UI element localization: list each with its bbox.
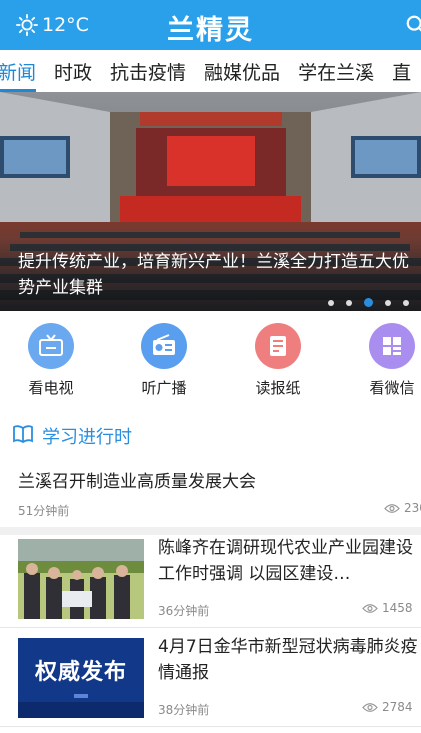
quick-link-label: 看电视 [28,379,74,397]
carousel-indicator [328,298,421,307]
carousel-dot[interactable] [346,299,352,306]
section-gap [0,527,421,535]
carousel-dot[interactable] [385,299,391,306]
wechat-grid-icon [369,323,415,369]
thumbnail-text: 权威发布 [34,660,127,685]
book-icon [13,425,33,443]
eye-icon [384,503,400,513]
tv-icon [28,323,74,369]
banner-carousel[interactable]: 提升传统产业，培育新兴产业！兰溪全力打造五大优势产业集群 [0,92,421,311]
tab-epidemic[interactable]: 抗击疫情 [110,50,186,92]
quick-link-label: 听广播 [141,379,187,397]
carousel-dot-active[interactable] [364,298,373,307]
quick-link-label: 看微信 [369,379,415,397]
search-icon[interactable] [405,14,421,36]
divider [0,726,421,727]
tab-media-products[interactable]: 融媒优品 [204,50,280,92]
quick-link-tv[interactable]: 看电视 [11,323,91,398]
divider [0,627,421,628]
banner-title[interactable]: 提升传统产业，培育新兴产业！兰溪全力打造五大优势产业集群 [18,249,421,301]
section-header: 学习进行时 [0,411,421,457]
list-item[interactable]: 权威发布 4月7日金华市新型冠状病毒肺炎疫情通报 38分钟前 2784 [0,634,421,726]
newspaper-icon [255,323,301,369]
article-views: 2784 [362,700,413,714]
article-views: 1458 [362,601,413,615]
quick-link-radio[interactable]: 听广播 [124,323,204,398]
radio-icon [141,323,187,369]
quick-link-label: 读报纸 [255,379,301,397]
carousel-dot[interactable] [328,299,334,306]
category-tabs: 新闻 时政 抗击疫情 融媒优品 学在兰溪 直 [0,50,421,92]
article-title[interactable]: 4月7日金华市新型冠状病毒肺炎疫情通报 [158,634,420,686]
article-time: 38分钟前 [158,703,210,717]
view-count: 230 [404,501,421,515]
tab-news[interactable]: 新闻 [0,50,37,92]
eye-icon [362,603,378,613]
quick-links: 看电视 听广播 读报纸 看微信 [0,311,421,411]
article-views: 230 [384,501,421,515]
app-header: 12°C 兰精灵 [0,0,421,50]
section-title: 学习进行时 [42,427,132,448]
view-count: 2784 [382,700,413,714]
article-thumbnail [18,539,144,619]
view-count: 1458 [382,601,413,615]
article-thumbnail: 权威发布 [18,638,144,718]
tab-study-lanxi[interactable]: 学在兰溪 [298,50,374,92]
article-title[interactable]: 兰溪召开制造业高质量发展大会 [18,467,256,492]
article-title[interactable]: 陈峰齐在调研现代农业产业园建设工作时强调 以园区建设… [158,535,420,587]
quick-link-newspaper[interactable]: 读报纸 [238,323,318,398]
tab-politics[interactable]: 时政 [54,50,92,92]
app-title: 兰精灵 [167,15,254,46]
tab-live[interactable]: 直 [392,50,411,92]
list-item[interactable]: 兰溪召开制造业高质量发展大会 51分钟前 230 [0,457,421,527]
article-time: 51分钟前 [18,504,70,518]
carousel-dot[interactable] [403,299,409,306]
eye-icon [362,702,378,712]
quick-link-wechat[interactable]: 看微信 [352,323,421,398]
list-item[interactable]: 陈峰齐在调研现代农业产业园建设工作时强调 以园区建设… 36分钟前 1458 [0,535,421,627]
article-time: 36分钟前 [158,604,210,618]
